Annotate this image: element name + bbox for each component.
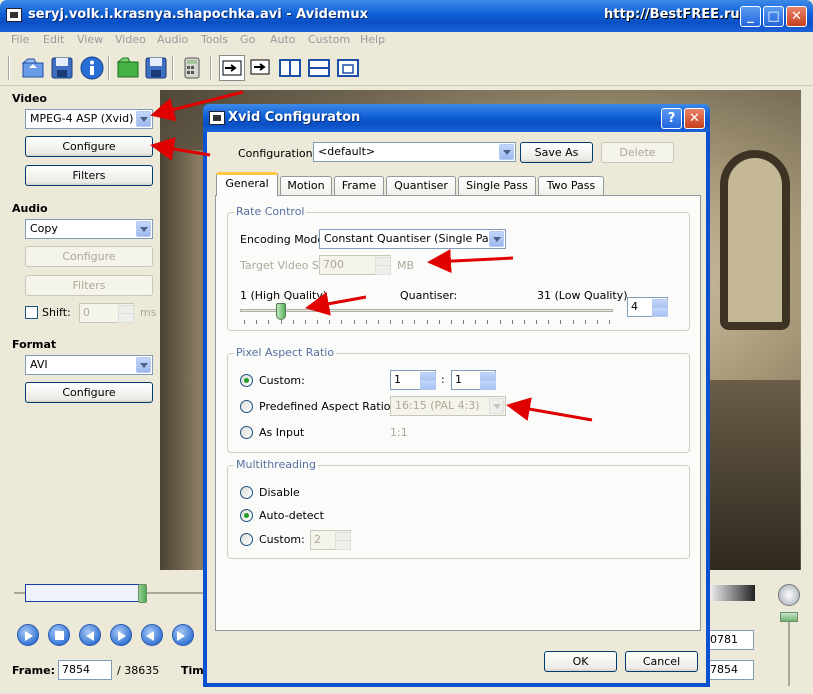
arrow-to-target-size <box>427 249 514 274</box>
arrow-to-aspect-ratio <box>506 397 593 422</box>
arrow-to-video-codec <box>150 90 244 122</box>
tab-general[interactable]: General <box>216 172 278 196</box>
arrow-to-configure <box>150 137 211 161</box>
arrow-to-quantiser-slider <box>305 291 367 316</box>
annotation-arrows <box>150 90 593 422</box>
